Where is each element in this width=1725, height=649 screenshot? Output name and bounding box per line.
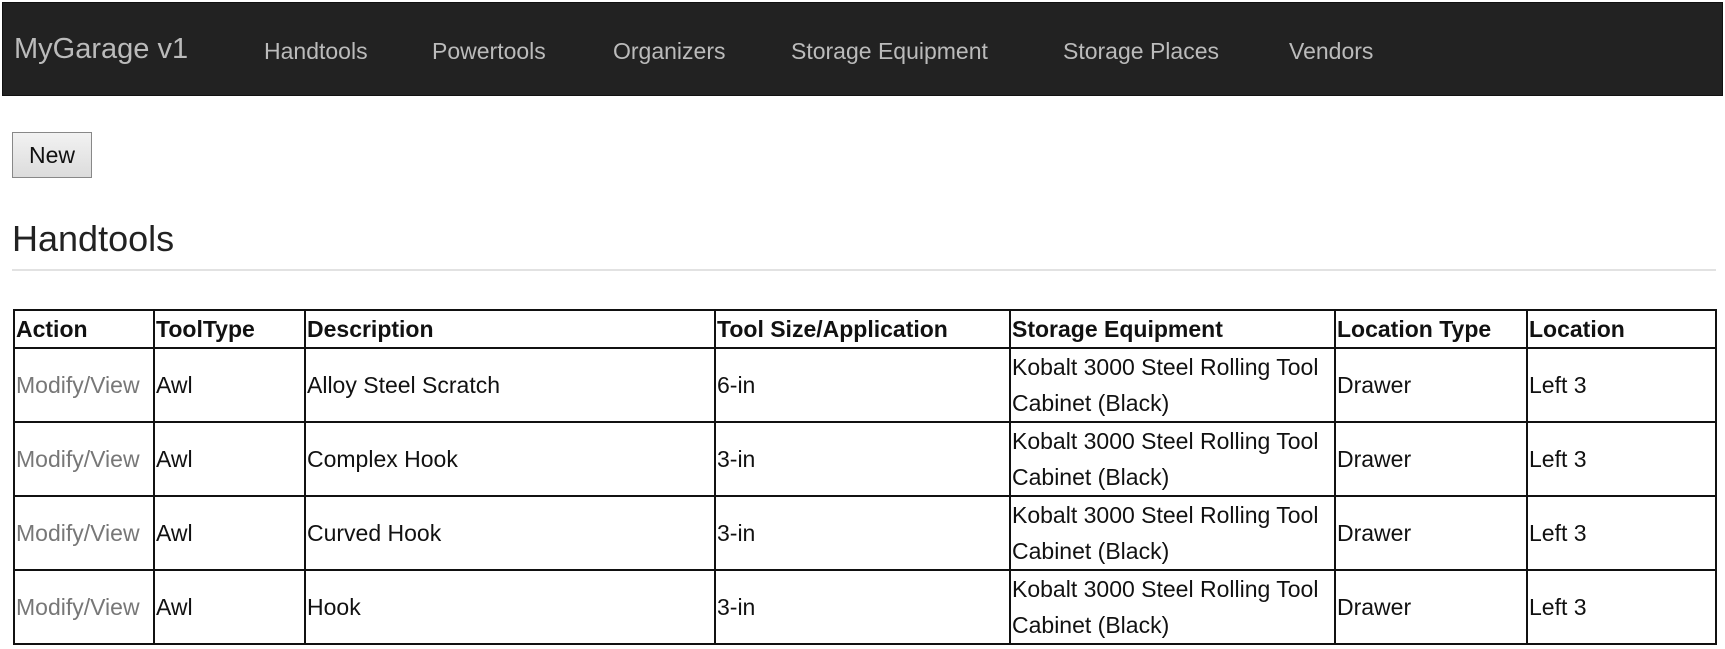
header-location-type: Location Type [1334, 309, 1528, 349]
divider [12, 269, 1716, 271]
modify-view-link[interactable]: Modify/View [16, 520, 140, 546]
modify-view-link[interactable]: Modify/View [16, 594, 140, 620]
header-location: Location [1526, 309, 1717, 349]
cell-storage: Kobalt 3000 Steel Rolling Tool Cabinet (… [1009, 495, 1336, 571]
nav-vendors[interactable]: Vendors [1289, 38, 1373, 65]
modify-view-link[interactable]: Modify/View [16, 372, 140, 398]
navbar: MyGarage v1 Handtools Powertools Organiz… [2, 2, 1723, 96]
nav-organizers[interactable]: Organizers [613, 38, 725, 65]
cell-location-type: Drawer [1334, 421, 1528, 497]
table-header-row: Action ToolType Description Tool Size/Ap… [13, 309, 1717, 349]
table-row: Modify/View Awl Curved Hook 3-in Kobalt 3000… [13, 495, 1717, 571]
page-title: Handtools [12, 218, 175, 259]
new-button[interactable]: New [12, 132, 92, 178]
cell-tooltype: Awl [153, 495, 306, 571]
cell-location: Left 3 [1526, 347, 1717, 423]
modify-view-link[interactable]: Modify/View [16, 446, 140, 472]
cell-size: 3-in [714, 495, 1011, 571]
table-row: Modify/View Awl Alloy Steel Scratch 6-in Kob… [13, 347, 1717, 423]
cell-description: Hook [304, 569, 716, 645]
header-action: Action [13, 309, 155, 349]
header-description: Description [304, 309, 716, 349]
cell-description: Complex Hook [304, 421, 716, 497]
cell-size: 3-in [714, 421, 1011, 497]
handtools-table: Action ToolType Description Tool Size/Ap… [13, 309, 1717, 645]
cell-location-type: Drawer [1334, 569, 1528, 645]
table-row: Modify/View Awl Complex Hook 3-in Kobalt 300… [13, 421, 1717, 497]
header-tooltype: ToolType [153, 309, 306, 349]
cell-location: Left 3 [1526, 569, 1717, 645]
cell-action: Modify/View [13, 347, 155, 423]
nav-handtools[interactable]: Handtools [264, 38, 368, 65]
brand-link[interactable]: MyGarage v1 [14, 33, 188, 66]
cell-description: Alloy Steel Scratch [304, 347, 716, 423]
cell-location-type: Drawer [1334, 495, 1528, 571]
table-row: Modify/View Awl Hook 3-in Kobalt 3000 Steel … [13, 569, 1717, 645]
cell-size: 3-in [714, 569, 1011, 645]
cell-location: Left 3 [1526, 421, 1717, 497]
cell-tooltype: Awl [153, 421, 306, 497]
cell-description: Curved Hook [304, 495, 716, 571]
cell-size: 6-in [714, 347, 1011, 423]
nav-powertools[interactable]: Powertools [432, 38, 546, 65]
nav-storage-equipment[interactable]: Storage Equipment [791, 38, 988, 65]
cell-action: Modify/View [13, 495, 155, 571]
nav-storage-places[interactable]: Storage Places [1063, 38, 1219, 65]
cell-tooltype: Awl [153, 347, 306, 423]
cell-action: Modify/View [13, 421, 155, 497]
cell-storage: Kobalt 3000 Steel Rolling Tool Cabinet (… [1009, 569, 1336, 645]
cell-tooltype: Awl [153, 569, 306, 645]
cell-action: Modify/View [13, 569, 155, 645]
cell-storage: Kobalt 3000 Steel Rolling Tool Cabinet (… [1009, 347, 1336, 423]
cell-storage: Kobalt 3000 Steel Rolling Tool Cabinet (… [1009, 421, 1336, 497]
header-tool-size: Tool Size/Application [714, 309, 1011, 349]
cell-location: Left 3 [1526, 495, 1717, 571]
header-storage-equipment: Storage Equipment [1009, 309, 1336, 349]
cell-location-type: Drawer [1334, 347, 1528, 423]
